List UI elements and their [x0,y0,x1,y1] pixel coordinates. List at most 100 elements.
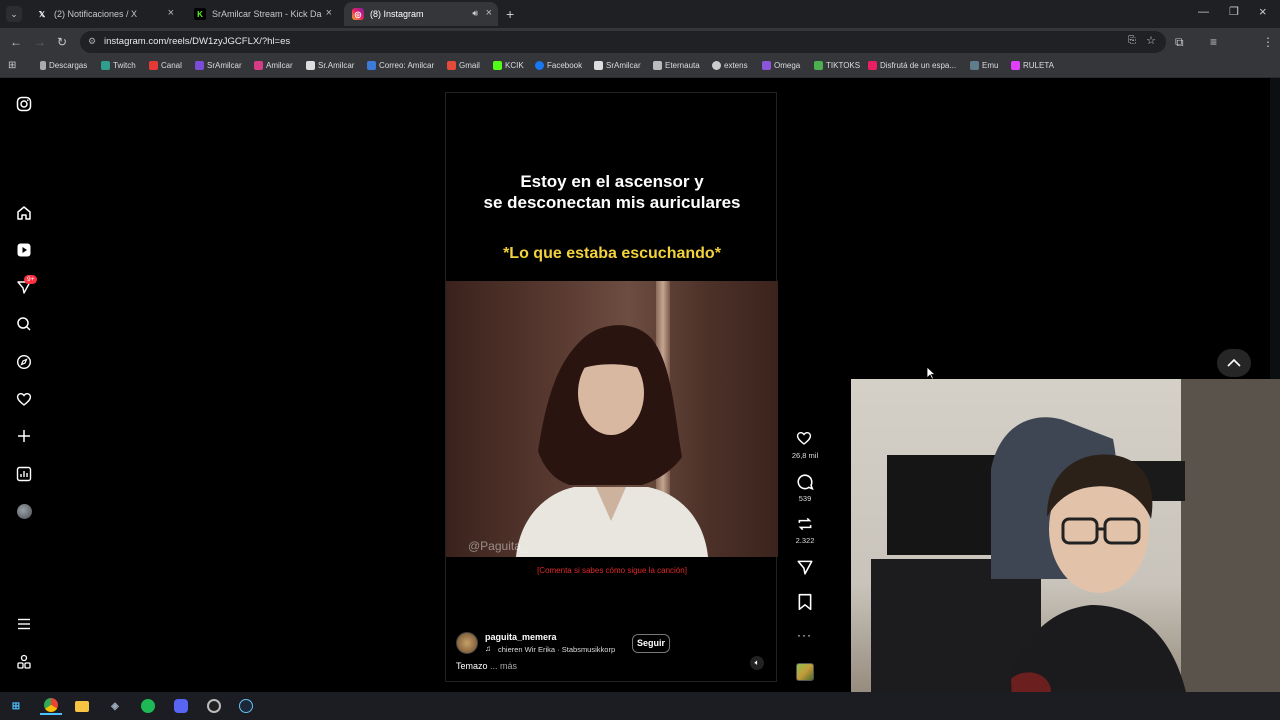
windows-taskbar: ⊞ ◈ [0,692,1280,720]
tab-instagram[interactable]: ◎ (8) Instagram 🔊︎ × [344,2,498,26]
audio-track[interactable]: chieren Wir Erika · Stabsmusikkorp [498,645,615,654]
close-icon[interactable]: × [486,7,492,19]
home-icon[interactable] [14,203,34,223]
share-icon [797,560,813,575]
tab-search-button[interactable]: ⌄ [6,6,22,22]
bookmark[interactable]: Descargas [40,61,87,70]
mail-icon [367,61,376,70]
create-icon[interactable] [14,426,34,446]
chrome-icon[interactable] [40,697,62,715]
video-frame[interactable]: @Paguita_ [446,281,778,557]
author-username[interactable]: paguita_memera [485,632,557,642]
reel-red-note: [Comenta si sabes cómo sigue la canción] [537,566,687,575]
bookmark[interactable]: TIKTOKS [814,61,860,70]
site-info-icon[interactable]: ⚙ [88,36,96,47]
media-control-icon[interactable]: ≡ [1210,35,1217,49]
extensions-icon[interactable]: ⧉ [1175,35,1184,49]
reels-icon[interactable] [14,240,34,260]
comment-button[interactable] [796,473,814,496]
reel-title-text: Estoy en el ascensor y se desconectan mi… [483,172,741,212]
youtube-icon [149,61,158,70]
discord-icon[interactable] [172,697,190,715]
save-button[interactable] [797,593,813,616]
close-icon[interactable]: × [326,7,332,19]
scroll-up-button[interactable] [1217,349,1251,377]
bookmark[interactable]: Eternauta [653,61,700,70]
apps-grid-icon[interactable]: ⊞ [8,60,16,71]
tab-notificaciones[interactable]: 𝕏 (2) Notificaciones / X × [28,2,180,26]
heart-icon[interactable] [14,389,34,409]
obs-icon[interactable] [205,697,223,715]
bookmark[interactable]: Omega [762,61,800,70]
omega-icon [762,61,771,70]
kick-icon [493,61,502,70]
also-from-meta-icon[interactable] [14,652,34,672]
drive-icon [814,61,823,70]
bookmarks-bar: ⊞ Descargas Twitch Canal SrAmilcar Amilc… [0,56,1280,78]
messages-icon[interactable]: 9+ [14,275,38,297]
follow-button[interactable]: Seguir [632,634,670,653]
like-button[interactable] [795,430,815,448]
person-figure [516,325,708,557]
x-icon: 𝕏 [38,9,46,19]
bookmark[interactable]: Canal [149,61,182,70]
bookmark[interactable]: Twitch [101,61,136,70]
bookmark[interactable]: SrAmilcar [594,61,641,70]
reload-icon[interactable]: ↻ [57,35,67,49]
bookmark[interactable]: Gmail [447,61,480,70]
new-tab-button[interactable]: + [506,6,514,22]
bookmark-star-icon[interactable]: ☆ [1146,34,1156,47]
file-explorer-icon[interactable] [73,697,91,715]
comment-count: 539 [798,494,812,503]
volume-icon[interactable]: 🔈︎ [750,656,764,670]
restore-button[interactable]: ❐ [1229,5,1239,18]
speaker-icon[interactable]: 🔊︎ [472,8,478,19]
bookmark[interactable]: Correo: Amilcar [367,61,434,70]
address-bar[interactable]: ⚙ instagram.com/reels/DW1zyJGCFLX/?hl=es… [80,31,1166,53]
twitch-icon [101,61,110,70]
menu-icon[interactable]: ⋮ [1262,35,1274,49]
bookmark[interactable]: Emu [970,61,998,70]
webcam-overlay [851,379,1280,720]
share-button[interactable] [796,558,814,581]
forward-icon[interactable]: → [34,35,46,49]
bookmark[interactable]: RULETA [1011,61,1054,70]
back-icon[interactable]: ← [10,35,22,49]
search-icon[interactable] [14,314,34,334]
gmail-icon [447,61,456,70]
bookmark[interactable]: KCIK [493,61,524,70]
repost-button[interactable] [796,515,814,538]
bookmark[interactable]: extens [712,61,748,70]
bookmark[interactable]: Amilcar [254,61,293,70]
profile-avatar[interactable] [14,501,34,521]
webcam-scene [871,379,1280,720]
install-icon[interactable]: ⎘ [1128,35,1136,46]
app-icon[interactable]: ◈ [106,697,124,715]
author-avatar[interactable] [456,632,478,654]
bookmark[interactable]: SrAmilcar [195,61,242,70]
close-icon[interactable]: × [168,7,174,19]
windows-start-icon[interactable]: ⊞ [7,697,25,715]
minimize-button[interactable]: — [1198,6,1209,18]
more-link[interactable]: ... más [490,661,517,671]
more-menu-icon[interactable] [14,614,34,634]
bookmark[interactable]: Sr.Amilcar [306,61,354,70]
notification-badge: 9+ [24,275,38,284]
dashboard-icon[interactable] [14,464,34,484]
spotify-icon[interactable] [139,697,157,715]
explore-icon[interactable] [14,352,34,372]
close-window-button[interactable]: × [1259,4,1267,19]
reel-video-player[interactable]: Estoy en el ascensor y se desconectan mi… [445,92,778,682]
instagram-logo-icon[interactable] [14,94,34,114]
instagram-icon: ◎ [352,8,364,20]
download-icon [40,61,46,70]
tab-kick[interactable]: K SrAmilcar Stream - Kick Dashbo × [186,2,338,26]
bookmark[interactable]: Disfrutá de un espa... [868,61,956,70]
bookmark[interactable]: Facebook [535,61,582,70]
more-options-button[interactable]: ··· [797,628,812,642]
tab-title: SrAmilcar Stream - Kick Dashbo [212,9,322,19]
audio-thumbnail[interactable] [796,663,814,681]
x-icon [306,61,315,70]
tab-title: (8) Instagram [370,9,424,19]
steam-icon[interactable] [237,697,255,715]
